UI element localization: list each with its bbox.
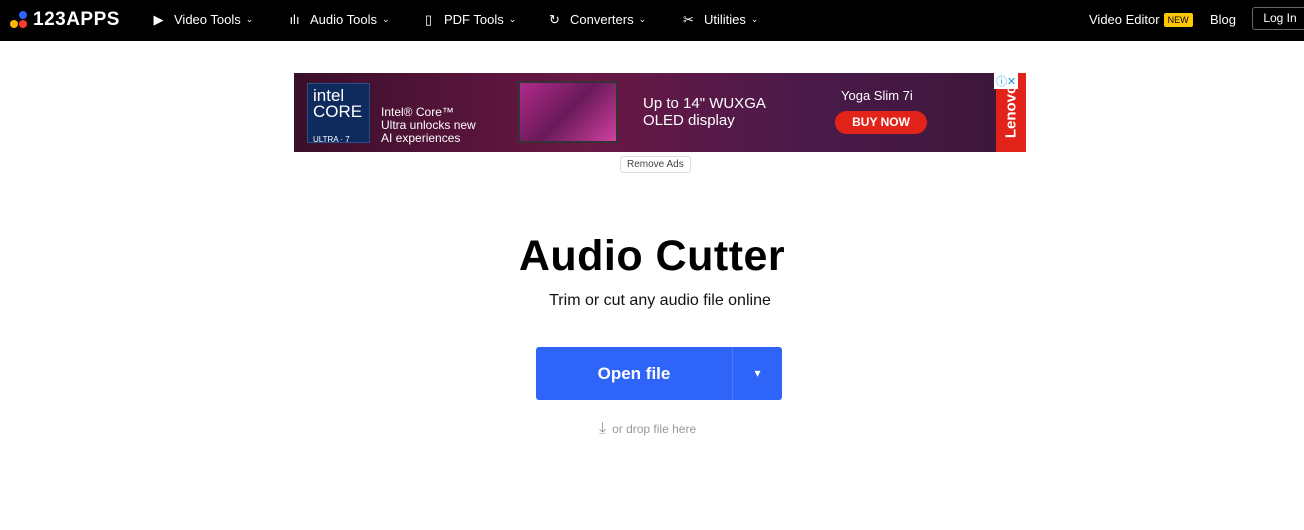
drop-hint-text: or drop file here xyxy=(612,422,697,436)
chevron-down-icon: ⌄ xyxy=(245,14,254,24)
chevron-down-icon: ⌄ xyxy=(508,14,517,24)
drop-zone-hint: ⤓ or drop file here xyxy=(599,420,696,438)
nav-utilities[interactable]: ✂ Utilities ⌄ xyxy=(680,11,758,28)
chevron-down-icon: ⌄ xyxy=(750,14,759,24)
ad-close-icon[interactable]: ⓘ✕ xyxy=(994,73,1019,89)
document-icon: ▯ xyxy=(424,11,433,27)
nav-video-tools[interactable]: ▶ Video Tools ⌄ xyxy=(150,11,254,28)
laptop-image xyxy=(518,81,618,143)
new-badge: NEW xyxy=(1163,12,1193,27)
nav-converters[interactable]: ↻ Converters ⌄ xyxy=(546,11,646,28)
chevron-down-icon: ⌄ xyxy=(381,14,390,24)
page-subtitle: Trim or cut any audio file online xyxy=(549,292,771,309)
chevron-down-icon: ▾ xyxy=(754,366,761,380)
ad-text: Intel® Core™ Ultra unlocks new AI experien… xyxy=(381,105,476,145)
blog-link[interactable]: Blog xyxy=(1210,12,1236,27)
chevron-down-icon: ⌄ xyxy=(638,14,647,24)
open-file-button[interactable]: Open file xyxy=(536,347,732,400)
nav-audio-tools[interactable]: ılı Audio Tools ⌄ xyxy=(286,11,390,28)
tools-icon: ✂ xyxy=(683,11,694,27)
play-icon: ▶ xyxy=(153,11,164,27)
waveform-icon: ılı xyxy=(289,12,300,27)
nav-label: Converters xyxy=(570,12,634,27)
top-nav: 123APPS ▶ Video Tools ⌄ ılı Audio Tools ⌄ ▯ P… xyxy=(0,0,1304,41)
video-editor-label: Video Editor xyxy=(1089,12,1160,27)
ad-product: Yoga Slim 7i xyxy=(841,88,913,103)
nav-label: PDF Tools xyxy=(444,12,504,27)
intel-logo: intel CORE ULTRA · 7 xyxy=(307,83,370,144)
nav-pdf-tools[interactable]: ▯ PDF Tools ⌄ xyxy=(420,11,516,28)
nav-label: Audio Tools xyxy=(310,12,377,27)
logo-text: 123APPS xyxy=(33,9,120,30)
convert-icon: ↻ xyxy=(549,11,560,27)
ad-banner[interactable]: intel CORE ULTRA · 7 Intel® Core™ Ultra unl… xyxy=(294,73,1026,152)
video-editor-link[interactable]: Video Editor NEW xyxy=(1089,12,1193,27)
nav-label: Utilities xyxy=(704,12,746,27)
download-icon: ⤓ xyxy=(599,420,607,437)
logo[interactable]: 123APPS xyxy=(10,9,120,31)
logo-dots-icon xyxy=(10,10,28,30)
open-options-button[interactable]: ▾ xyxy=(732,347,782,400)
page-title: Audio Cutter xyxy=(518,232,786,280)
ad-headline: Up to 14" WUXGA OLED display xyxy=(643,95,766,129)
login-button[interactable]: Log In xyxy=(1252,7,1304,30)
buy-now-button[interactable]: BUY NOW xyxy=(835,111,927,134)
remove-ads-button[interactable]: Remove Ads xyxy=(620,156,691,173)
nav-label: Video Tools xyxy=(174,12,241,27)
